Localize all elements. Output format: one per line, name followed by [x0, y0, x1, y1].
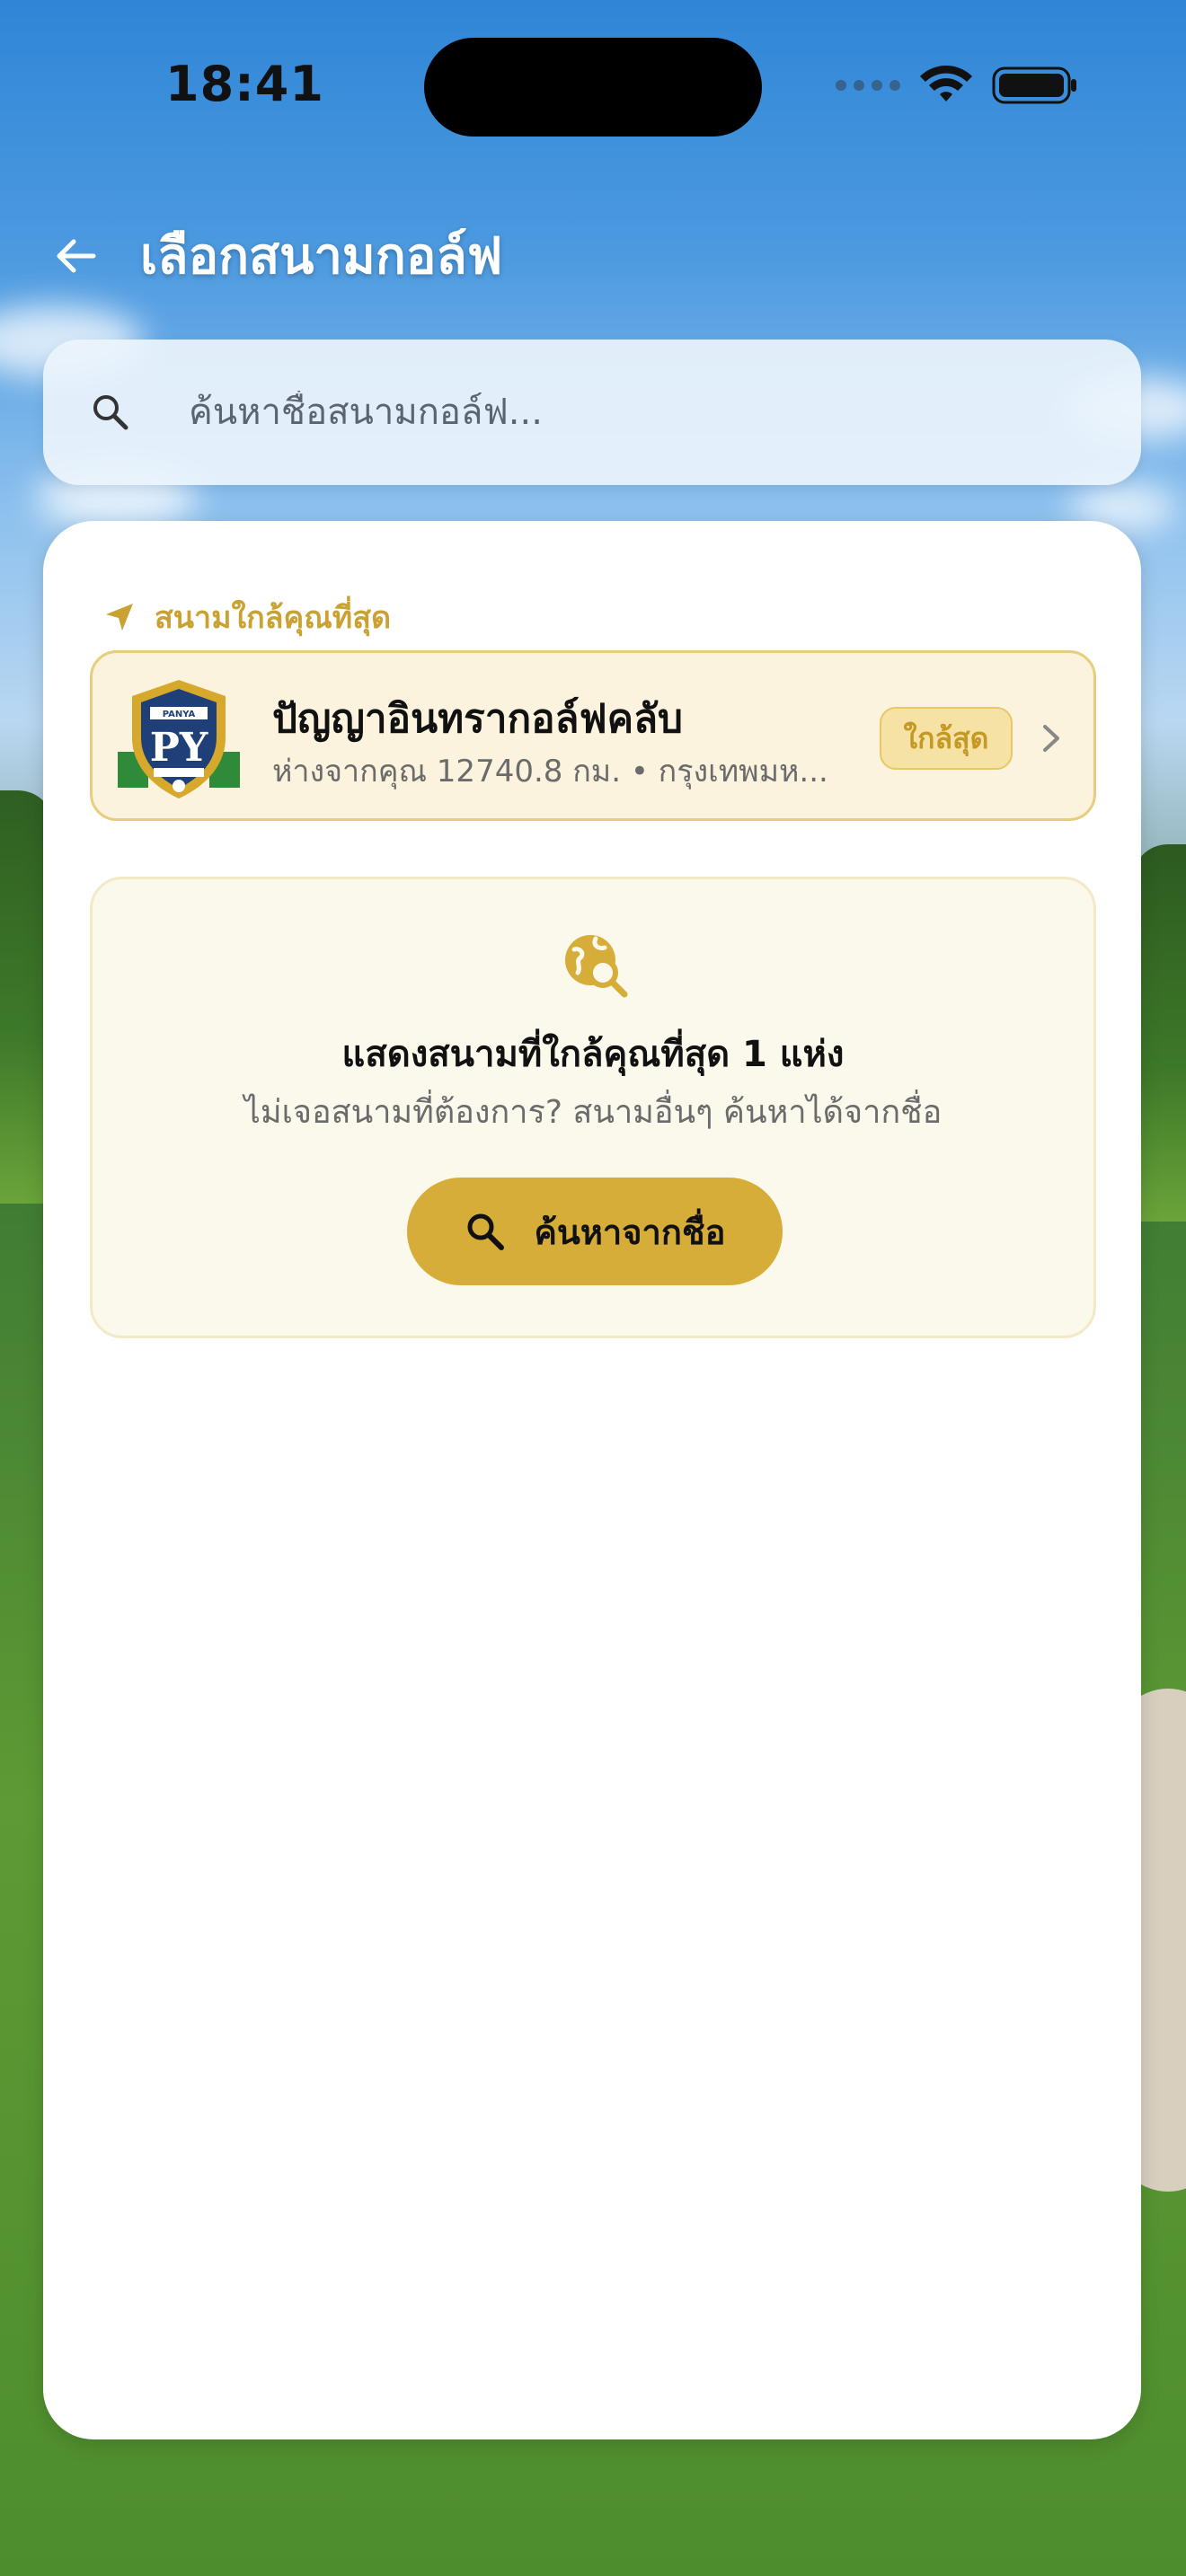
location-arrow-icon	[106, 604, 133, 631]
nearest-section-label: สนามใกล้คุณที่สุด	[102, 593, 391, 641]
result-count-title: แสดงสนามที่ใกล้คุณที่สุด 1 แห่ง	[341, 1034, 845, 1075]
search-by-name-button[interactable]: ค้นหาจากชื่อ	[407, 1178, 783, 1285]
svg-text:PANYA: PANYA	[163, 710, 196, 719]
chevron-right-icon	[1043, 725, 1059, 752]
nearest-section-text: สนามใกล้คุณที่สุด	[155, 600, 392, 636]
club-logo: PANYA PY	[118, 680, 240, 798]
search-suggestion-card: แสดงสนามที่ใกล้คุณที่สุด 1 แห่ง ไม่เจอสน…	[90, 877, 1096, 1338]
course-name: ปัญญาอินทรากอล์ฟคลับ	[272, 696, 683, 742]
nearest-badge: ใกล้สุด	[880, 707, 1013, 770]
search-bar[interactable]	[43, 340, 1141, 485]
search-input[interactable]	[187, 391, 999, 434]
wifi-icon	[920, 66, 972, 101]
nearest-course-card[interactable]: PANYA PY ปัญญาอินทรากอล์ฟคลับ ห่างจากคุณ…	[90, 650, 1096, 821]
status-time: 18:41	[165, 56, 324, 112]
cellular-icon	[836, 80, 900, 91]
search-icon	[93, 395, 128, 430]
search-by-name-label: ค้นหาจากชื่อ	[534, 1212, 726, 1252]
arrow-left-icon[interactable]	[50, 231, 101, 281]
page-title: เลือกสนามกอล์ฟ	[140, 227, 503, 286]
course-distance: ห่างจากคุณ 12740.8 กม. • กรุงเทพมห...	[272, 754, 828, 790]
search-icon	[467, 1213, 505, 1250]
dynamic-island	[424, 38, 762, 137]
header: เลือกสนามกอล์ฟ	[50, 216, 502, 296]
svg-text:PY: PY	[150, 725, 208, 771]
battery-icon	[992, 66, 1076, 104]
status-icons	[836, 65, 1078, 106]
result-hint-text: ไม่เจอสนามที่ต้องการ? สนามอื่นๆ ค้นหาได้…	[243, 1094, 943, 1131]
globe-search-icon	[565, 935, 628, 998]
